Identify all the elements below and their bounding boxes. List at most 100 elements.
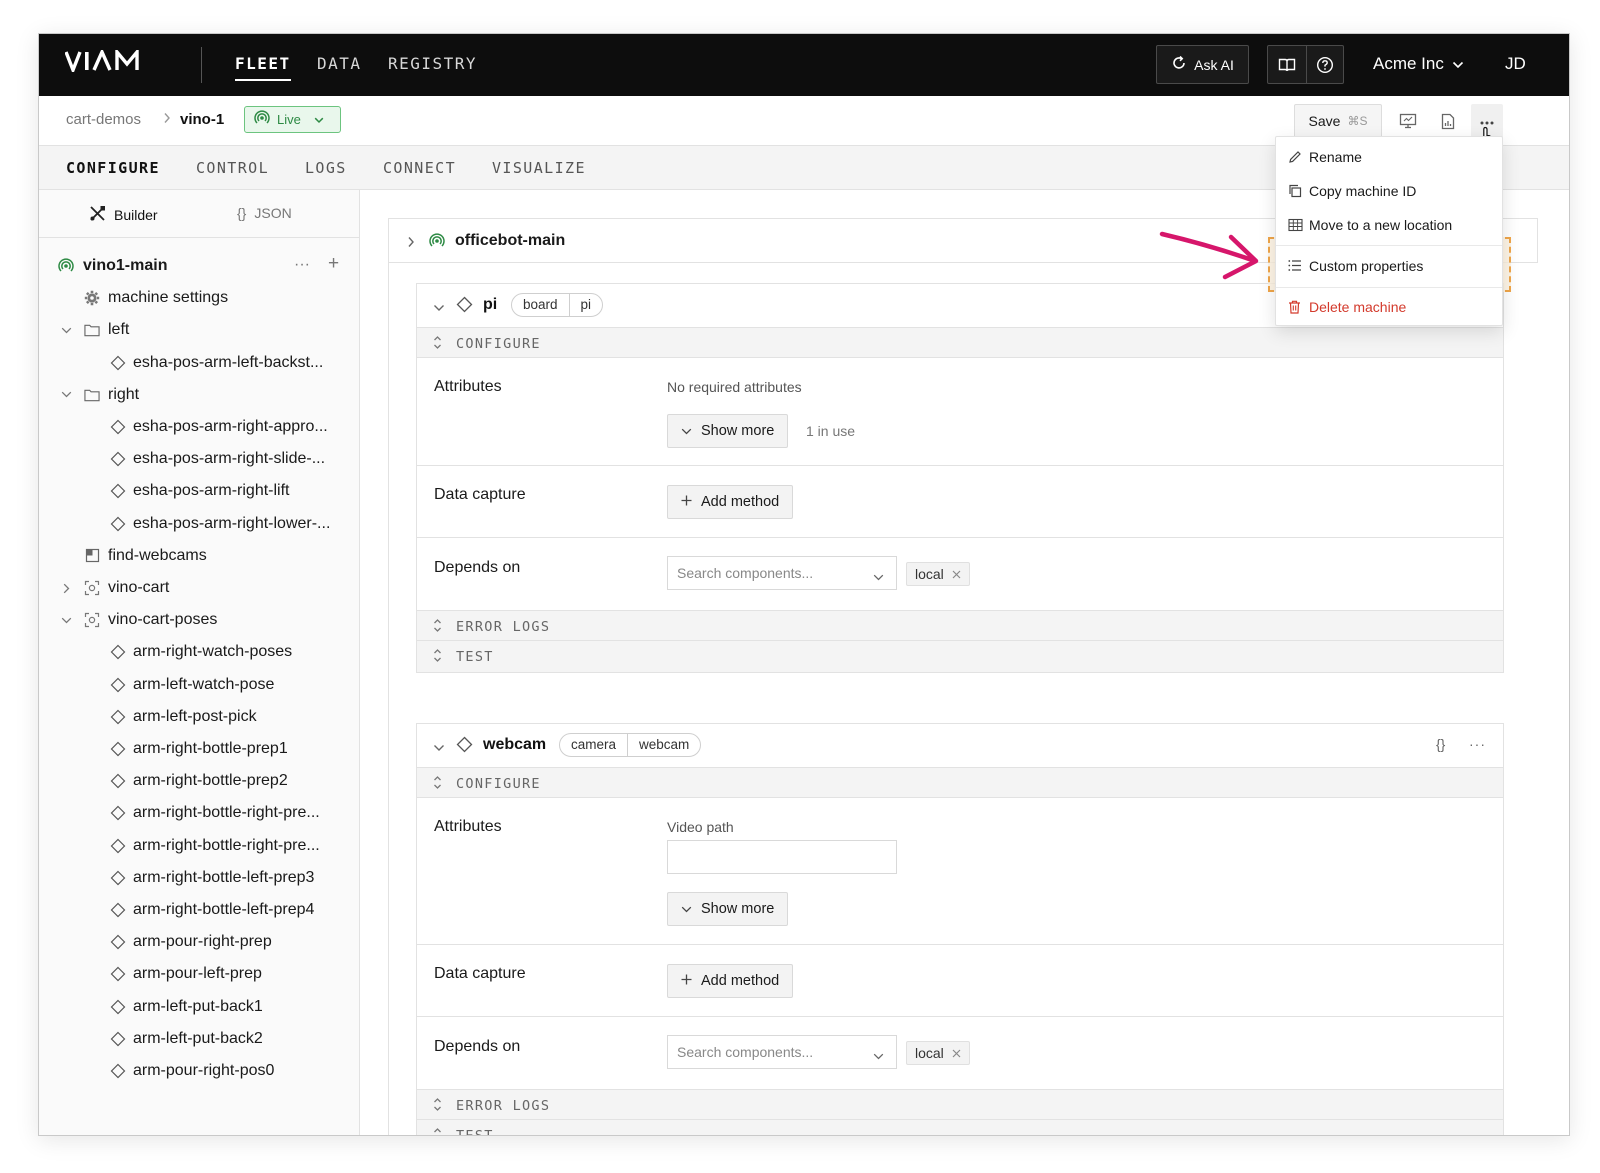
sidebar-tree-item[interactable]: arm-right-bottle-prep2 bbox=[39, 765, 360, 797]
menu-item-rename[interactable]: Rename bbox=[1276, 140, 1502, 174]
search-components-select[interactable]: Search components... bbox=[667, 1035, 897, 1069]
tab-configure[interactable]: CONFIGURE bbox=[66, 159, 160, 177]
help-question-icon[interactable] bbox=[1305, 46, 1344, 83]
menu-item-custom-properties[interactable]: Custom properties bbox=[1276, 249, 1502, 283]
sidebar-tree-item[interactable]: arm-pour-right-prep bbox=[39, 926, 360, 958]
add-icon[interactable]: + bbox=[328, 253, 339, 275]
search-components-placeholder: Search components... bbox=[677, 565, 814, 581]
close-icon[interactable] bbox=[952, 1045, 961, 1061]
monitor-icon[interactable] bbox=[1397, 110, 1419, 132]
show-more-button[interactable]: Show more bbox=[667, 892, 789, 926]
section-configure[interactable]: CONFIGURE bbox=[417, 327, 1503, 358]
sidebar-tree-item[interactable]: vino1-main ··· + bbox=[39, 250, 360, 282]
sidebar-tree-item[interactable]: esha-pos-arm-right-lift bbox=[39, 475, 360, 507]
org-switcher[interactable]: Acme Inc bbox=[1373, 54, 1464, 74]
sidebar-tree-item[interactable]: left bbox=[39, 314, 360, 346]
depends-on-row: Depends on Search components... local bbox=[417, 538, 1503, 610]
sidebar-tree-item[interactable]: arm-left-watch-pose bbox=[39, 669, 360, 701]
sidebar-tree-item-label: arm-right-bottle-left-prep3 bbox=[133, 868, 315, 886]
sidebar-tree-item[interactable]: arm-right-bottle-left-prep4 bbox=[39, 894, 360, 926]
sidebar-tree-item[interactable]: esha-pos-arm-left-backst... bbox=[39, 347, 360, 379]
breadcrumb-location[interactable]: cart-demos bbox=[66, 111, 141, 128]
ellipsis-icon[interactable]: ··· bbox=[1469, 736, 1486, 752]
diamond-icon bbox=[110, 1031, 126, 1047]
section-test[interactable]: TEST bbox=[417, 641, 1503, 672]
attributes-note: No required attributes bbox=[667, 379, 802, 395]
show-more-button[interactable]: Show more bbox=[667, 414, 789, 448]
component-card-webcam: webcam camera webcam {} ··· CONFIGURE At… bbox=[416, 723, 1504, 1136]
tab-builder[interactable]: Builder bbox=[89, 205, 158, 225]
section-error-logs[interactable]: ERROR LOGS bbox=[417, 610, 1503, 641]
sidebar-tree-item[interactable]: esha-pos-arm-right-slide-... bbox=[39, 443, 360, 475]
chevron-down-icon[interactable] bbox=[433, 739, 445, 757]
section-configure[interactable]: CONFIGURE bbox=[417, 767, 1503, 798]
sidebar-tree-item[interactable]: arm-right-watch-poses bbox=[39, 636, 360, 668]
live-status-dropdown[interactable]: Live bbox=[244, 106, 341, 133]
menu-item-delete-machine[interactable]: Delete machine bbox=[1276, 290, 1502, 324]
tab-json[interactable]: {} JSON bbox=[237, 205, 292, 221]
machine-actions-menu: Rename Copy machine ID Move to a new loc… bbox=[1275, 136, 1503, 326]
menu-item-move-location[interactable]: Move to a new location bbox=[1276, 208, 1502, 242]
sidebar-tree-item[interactable]: esha-pos-arm-right-appro... bbox=[39, 411, 360, 443]
sidebar-tree-item[interactable]: arm-right-bottle-right-pre... bbox=[39, 797, 360, 829]
ellipsis-icon[interactable]: ··· bbox=[294, 256, 310, 275]
sidebar-tree-item[interactable]: arm-right-bottle-left-prep3 bbox=[39, 862, 360, 894]
viam-logo[interactable] bbox=[64, 47, 161, 77]
tab-visualize[interactable]: VISUALIZE bbox=[492, 159, 586, 177]
save-shortcut: ⌘S bbox=[1347, 114, 1368, 128]
sidebar-tree-item[interactable]: machine settings bbox=[39, 282, 360, 314]
section-test[interactable]: TEST bbox=[417, 1120, 1503, 1136]
diamond-icon bbox=[110, 709, 126, 725]
chevron-down-icon bbox=[681, 423, 692, 439]
chevron-right-icon[interactable] bbox=[407, 235, 415, 253]
section-error-logs[interactable]: ERROR LOGS bbox=[417, 1089, 1503, 1120]
menu-item-copy-machine-id[interactable]: Copy machine ID bbox=[1276, 174, 1502, 208]
docs-book-icon[interactable] bbox=[1268, 46, 1306, 83]
chevron-down-icon[interactable] bbox=[433, 299, 445, 317]
copy-icon bbox=[1288, 184, 1302, 201]
tab-logs[interactable]: LOGS bbox=[305, 159, 347, 177]
add-method-label: Add method bbox=[701, 973, 780, 989]
add-method-button[interactable]: Add method bbox=[667, 964, 794, 998]
tab-control[interactable]: CONTROL bbox=[196, 159, 269, 177]
chevron-down-icon[interactable] bbox=[60, 389, 72, 401]
close-icon[interactable] bbox=[952, 566, 961, 582]
nav-tab-registry[interactable]: REGISTRY bbox=[388, 54, 477, 73]
video-path-input[interactable] bbox=[667, 840, 897, 874]
section-configure-label: CONFIGURE bbox=[456, 336, 541, 352]
sidebar-tree-item[interactable]: vino-cart-poses bbox=[39, 604, 360, 636]
chevron-down-icon[interactable] bbox=[60, 324, 72, 336]
pencil-icon bbox=[1288, 150, 1302, 167]
nav-tab-fleet[interactable]: FLEET bbox=[235, 54, 291, 81]
sidebar-tree-item[interactable]: arm-right-bottle-prep1 bbox=[39, 733, 360, 765]
add-method-button[interactable]: Add method bbox=[667, 485, 794, 519]
component-header[interactable]: webcam camera webcam {} ··· bbox=[417, 724, 1503, 767]
nav-tab-data[interactable]: DATA bbox=[317, 54, 362, 73]
sidebar-tree-item[interactable]: vino-cart bbox=[39, 572, 360, 604]
search-components-placeholder: Search components... bbox=[677, 1044, 814, 1060]
folder-icon bbox=[84, 322, 100, 338]
sidebar-tree-item-label: vino1-main bbox=[83, 257, 168, 274]
search-components-select[interactable]: Search components... bbox=[667, 556, 897, 590]
tab-connect[interactable]: CONNECT bbox=[383, 159, 456, 177]
chevron-right-icon[interactable] bbox=[60, 582, 72, 594]
section-test-label: TEST bbox=[456, 1128, 494, 1136]
document-chart-icon[interactable] bbox=[1437, 110, 1459, 132]
sidebar-tree-item[interactable]: find-webcams bbox=[39, 540, 360, 572]
user-avatar[interactable]: JD bbox=[1505, 54, 1526, 74]
sidebar-tree-item[interactable]: arm-left-put-back2 bbox=[39, 1023, 360, 1055]
chevron-down-icon[interactable] bbox=[60, 614, 72, 626]
save-button[interactable]: Save ⌘S bbox=[1294, 104, 1382, 138]
sidebar-tree-item[interactable]: arm-pour-left-prep bbox=[39, 958, 360, 990]
sidebar-tree-item[interactable]: arm-left-put-back1 bbox=[39, 991, 360, 1023]
sidebar-tree-item[interactable]: arm-left-post-pick bbox=[39, 701, 360, 733]
breadcrumb-machine[interactable]: vino-1 bbox=[180, 111, 224, 128]
sidebar-tree-item-label: arm-right-bottle-prep2 bbox=[133, 772, 288, 790]
logo-divider bbox=[201, 47, 202, 83]
sidebar-tree-item[interactable]: esha-pos-arm-right-lower-... bbox=[39, 508, 360, 540]
ask-ai-button[interactable]: Ask AI bbox=[1156, 45, 1249, 84]
sidebar-tree-item[interactable]: arm-right-bottle-right-pre... bbox=[39, 830, 360, 862]
sidebar-tree-item[interactable]: right bbox=[39, 379, 360, 411]
json-braces-icon[interactable]: {} bbox=[1436, 736, 1445, 752]
sidebar-tree-item[interactable]: arm-pour-right-pos0 bbox=[39, 1055, 360, 1087]
